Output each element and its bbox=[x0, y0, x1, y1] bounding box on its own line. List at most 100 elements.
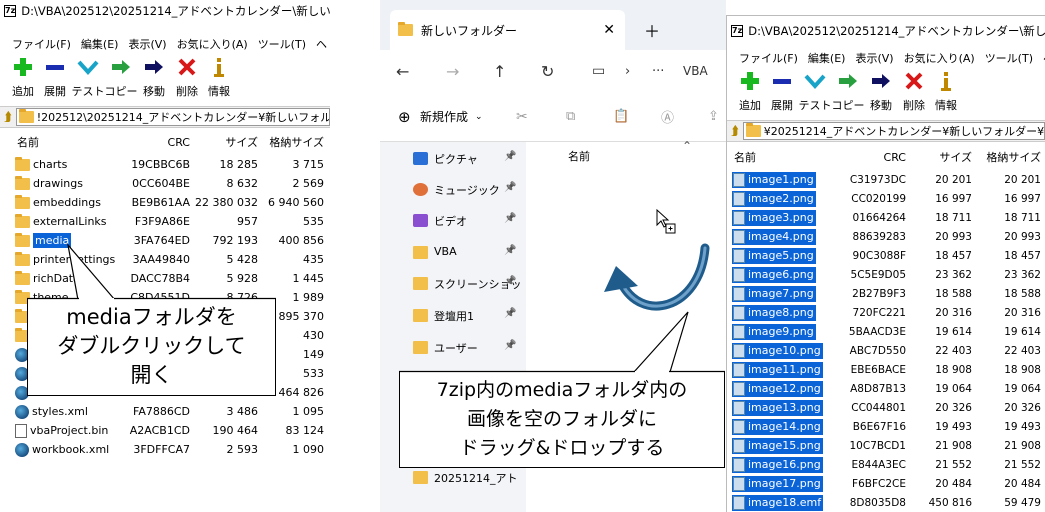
cell-crc: 10C7BCD1 bbox=[849, 439, 907, 452]
menu-edit[interactable]: 編集(E) bbox=[808, 50, 846, 66]
image-file-icon bbox=[733, 495, 745, 510]
table-row[interactable]: image18.emf 8D8035D8 450 816 59 479 bbox=[727, 493, 1045, 512]
file-name: image8.png bbox=[748, 306, 814, 319]
col-crc[interactable]: CRC bbox=[884, 151, 906, 164]
table-row[interactable]: image7.png 2B27B9F3 18 588 18 588 bbox=[727, 284, 1045, 303]
menu-favorites[interactable]: お気に入り(A) bbox=[904, 50, 975, 66]
7zip-logo-icon: 7z bbox=[731, 25, 744, 37]
file-name: image10.png bbox=[748, 344, 821, 357]
image-file-icon bbox=[733, 210, 745, 225]
cell-size: 20 993 bbox=[935, 230, 972, 243]
move-icon bbox=[870, 70, 892, 94]
info-icon bbox=[935, 70, 957, 94]
table-row[interactable]: image14.png B6E67F16 19 493 19 493 bbox=[727, 417, 1045, 436]
cell-size: 18 457 bbox=[935, 249, 972, 262]
menu-file[interactable]: ファイル(F) bbox=[739, 50, 798, 66]
cell-size: 20 326 bbox=[935, 401, 972, 414]
image-file-icon bbox=[733, 476, 745, 491]
copy-button[interactable]: コピー bbox=[832, 70, 865, 116]
cell-size: 20 484 bbox=[935, 477, 972, 490]
cell-packed: 20 993 bbox=[1004, 230, 1041, 243]
extract-button[interactable]: 展開 bbox=[771, 70, 793, 116]
cell-packed: 20 316 bbox=[1004, 306, 1041, 319]
cell-packed: 18 457 bbox=[1004, 249, 1041, 262]
image-file-icon bbox=[733, 457, 745, 472]
cell-size: 23 362 bbox=[935, 268, 972, 281]
table-row[interactable]: image10.png ABC7D550 22 403 22 403 bbox=[727, 341, 1045, 360]
file-name: image13.png bbox=[748, 401, 821, 414]
cell-packed: 21 908 bbox=[1004, 439, 1041, 452]
menu-view[interactable]: 表示(V) bbox=[855, 50, 893, 66]
move-button[interactable]: 移動 bbox=[870, 70, 892, 116]
cell-crc: ABC7D550 bbox=[849, 344, 906, 357]
table-row[interactable]: image13.png CC044801 20 326 20 326 bbox=[727, 398, 1045, 417]
toolbar-label: 情報 bbox=[935, 99, 957, 112]
file-name: image14.png bbox=[748, 420, 821, 433]
cell-crc: 5C5E9D05 bbox=[850, 268, 906, 281]
table-row[interactable]: image15.png 10C7BCD1 21 908 21 908 bbox=[727, 436, 1045, 455]
file-name: image11.png bbox=[748, 363, 821, 376]
address-bar: ⮭ ¥20251214_アドベントカレンダー¥新しいフォルダー¥アドベン bbox=[727, 120, 1045, 142]
table-row[interactable]: image17.png F6BFC2CE 20 484 20 484 bbox=[727, 474, 1045, 493]
cell-packed: 22 403 bbox=[1004, 344, 1041, 357]
table-row[interactable]: image8.png 720FC221 20 316 20 316 bbox=[727, 303, 1045, 322]
cell-crc: B6E67F16 bbox=[852, 420, 906, 433]
image-file-icon bbox=[733, 191, 745, 206]
image-file-icon bbox=[733, 172, 745, 187]
file-name: image5.png bbox=[748, 249, 814, 262]
table-row[interactable]: image6.png 5C5E9D05 23 362 23 362 bbox=[727, 265, 1045, 284]
table-row[interactable]: image5.png 90C3088F 18 457 18 457 bbox=[727, 246, 1045, 265]
menu-tools[interactable]: ツール(T) bbox=[985, 50, 1033, 66]
table-row[interactable]: image3.png 01664264 18 711 18 711 bbox=[727, 208, 1045, 227]
cell-packed: 21 552 bbox=[1004, 458, 1041, 471]
delete-button[interactable]: 削除 bbox=[903, 70, 925, 116]
file-name: image4.png bbox=[748, 230, 814, 243]
cell-packed: 18 588 bbox=[1004, 287, 1041, 300]
right-callout-top-border bbox=[399, 370, 725, 373]
cell-packed: 19 064 bbox=[1004, 382, 1041, 395]
file-name: image18.emf bbox=[748, 496, 822, 509]
file-name: image16.png bbox=[748, 458, 821, 471]
col-size[interactable]: サイズ bbox=[939, 149, 972, 165]
up-folder-icon[interactable]: ⮭ bbox=[731, 124, 739, 139]
image-file-icon bbox=[733, 400, 745, 415]
table-row[interactable]: image9.png 5BAACD3E 19 614 19 614 bbox=[727, 322, 1045, 341]
file-name: image15.png bbox=[748, 439, 821, 452]
image-file-icon bbox=[733, 248, 745, 263]
toolbar-label: 追加 bbox=[739, 99, 761, 112]
table-row[interactable]: image16.png E844A3EC 21 552 21 552 bbox=[727, 455, 1045, 474]
table-row[interactable]: image12.png A8D87B13 19 064 19 064 bbox=[727, 379, 1045, 398]
add-button[interactable]: 追加 bbox=[739, 70, 761, 116]
cell-size: 19 064 bbox=[935, 382, 972, 395]
cell-crc: 2B27B9F3 bbox=[852, 287, 906, 300]
cell-size: 16 997 bbox=[935, 192, 972, 205]
cell-crc: 8D8035D8 bbox=[849, 496, 906, 509]
col-packed[interactable]: 格納サイズ bbox=[986, 149, 1041, 165]
cell-packed: 19 614 bbox=[1004, 325, 1041, 338]
cell-size: 20 201 bbox=[935, 173, 972, 186]
image-file-icon bbox=[733, 267, 745, 282]
cell-crc: 01664264 bbox=[852, 211, 906, 224]
cell-crc: 5BAACD3E bbox=[848, 325, 906, 338]
cell-size: 18 908 bbox=[935, 363, 972, 376]
image-file-icon bbox=[733, 324, 745, 339]
table-row[interactable]: image2.png CC020199 16 997 16 997 bbox=[727, 189, 1045, 208]
cell-crc: 90C3088F bbox=[852, 249, 906, 262]
cell-crc: CC020199 bbox=[851, 192, 906, 205]
col-name[interactable]: 名前 bbox=[734, 149, 756, 165]
image-file-icon bbox=[733, 438, 745, 453]
image-file-icon bbox=[733, 229, 745, 244]
image-file-icon bbox=[733, 419, 745, 434]
toolbar-label: 展開 bbox=[771, 99, 793, 112]
cell-crc: E844A3EC bbox=[851, 458, 906, 471]
info-button[interactable]: 情報 bbox=[935, 70, 957, 116]
cell-crc: 88639283 bbox=[852, 230, 906, 243]
table-row[interactable]: image11.png EBE6BACE 18 908 18 908 bbox=[727, 360, 1045, 379]
table-row[interactable]: image4.png 88639283 20 993 20 993 bbox=[727, 227, 1045, 246]
extract-icon bbox=[771, 70, 793, 94]
address-input[interactable]: ¥20251214_アドベントカレンダー¥新しいフォルダー¥アドベン bbox=[742, 122, 1045, 140]
test-button[interactable]: テスト bbox=[799, 70, 832, 116]
table-row[interactable]: image1.png C31973DC 20 201 20 201 bbox=[727, 170, 1045, 189]
cell-size: 21 908 bbox=[935, 439, 972, 452]
toolbar-label: 移動 bbox=[870, 99, 892, 112]
